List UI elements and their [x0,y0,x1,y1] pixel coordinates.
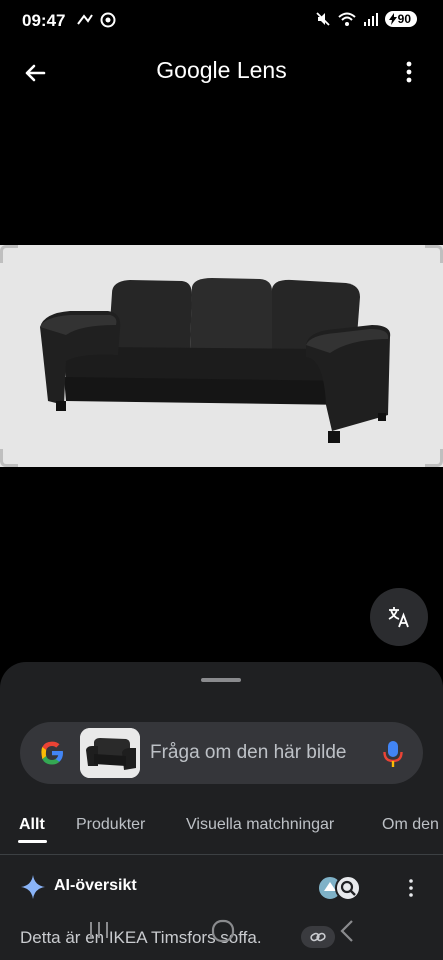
home-icon[interactable] [210,918,236,944]
search-input[interactable]: Fråga om den här bilde [150,742,360,764]
sofa-image [0,245,443,467]
app-bar: Google Lens [0,50,443,94]
wifi-icon [337,12,356,26]
sparkle-icon [21,875,45,899]
battery-indicator: 90 [384,11,417,27]
signal-icon [363,13,378,26]
battery-level: 90 [397,12,411,26]
status-bar: 09:47 90 [0,0,443,44]
mute-icon [316,12,330,26]
mic-icon[interactable] [382,739,404,769]
tab-all[interactable]: Allt [19,816,45,834]
tab-products[interactable]: Produkter [76,816,145,834]
sofa-thumbnail [80,728,140,778]
lens-image-selection[interactable] [0,245,443,467]
google-g-icon [41,741,63,765]
drag-handle[interactable] [201,678,241,682]
crop-handle-top-left[interactable] [0,245,18,263]
more-vert-icon[interactable] [402,878,420,898]
crop-handle-bottom-right[interactable] [425,449,443,467]
status-time: 09:47 [22,11,66,30]
source-link-button[interactable] [301,926,335,948]
page-title: Google Lens [156,57,287,83]
notification-icon [77,14,93,25]
link-icon [310,932,326,942]
search-bar[interactable]: Fråga om den här bilde [20,722,423,784]
source-badges-icon[interactable] [316,874,364,902]
crop-handle-top-right[interactable] [425,245,443,263]
more-vert-icon [406,61,412,83]
tabs-divider [0,854,443,855]
nav-back-icon[interactable] [338,918,356,944]
result-tabs: Allt Produkter Visuella matchningar Om d… [0,810,443,852]
ai-overview-title: AI-översikt [54,877,137,894]
image-thumbnail[interactable] [80,728,140,778]
translate-icon [388,607,409,628]
tab-visual-matches[interactable]: Visuella matchningar [186,816,334,834]
recent-apps-icon[interactable] [88,920,110,940]
translate-button[interactable] [370,588,428,646]
tab-about[interactable]: Om den [382,816,439,834]
more-options-button[interactable] [397,58,421,86]
charging-icon [388,13,397,25]
chrome-icon [100,12,116,28]
crop-handle-bottom-left[interactable] [0,449,18,467]
active-tab-indicator [18,840,47,843]
